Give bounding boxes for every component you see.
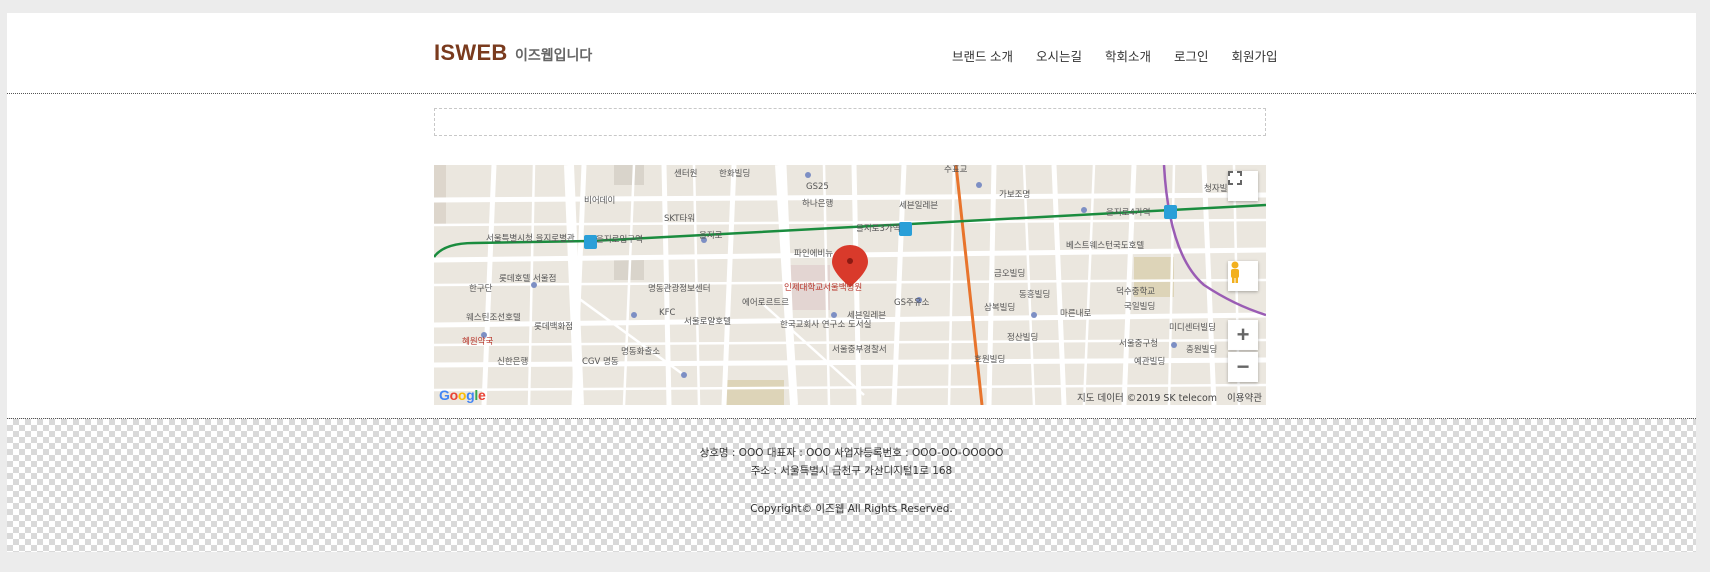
street-view-pegman[interactable] [1228, 261, 1258, 291]
site-tagline: 이즈웹입니다 [515, 47, 593, 63]
zoom-in-button[interactable]: + [1228, 320, 1258, 350]
map-label: 을지로입구역 [596, 235, 643, 245]
nav-brand-intro[interactable]: 브랜드 소개 [952, 46, 1013, 65]
map-label: 가보조명 [999, 190, 1031, 200]
map-label: 한화빌딩 [719, 169, 751, 179]
company-info: 상호명 : OOO 대표자 : OOO 사업자등록번호 : OOO-OO-OOO… [699, 447, 1004, 459]
zoom-out-button[interactable]: − [1228, 352, 1258, 382]
map-label: 금오빌딩 [994, 269, 1026, 279]
map-label: 롯데호텔 서울점 [499, 274, 557, 284]
copyright: Copyright© 이즈웹 All Rights Reserved. [750, 503, 953, 515]
map-label: 수표교 [944, 165, 968, 175]
nav-login[interactable]: 로그인 [1174, 46, 1209, 65]
map-label: 비어데이 [584, 196, 616, 206]
map-label: 을지로4가역 [1106, 208, 1151, 218]
site-footer: 상호명 : OOO 대표자 : OOO 사업자등록번호 : OOO-OO-OOO… [7, 418, 1696, 552]
map-data-credit: 지도 데이터 ©2019 SK telecom [1076, 393, 1218, 404]
nav-society-intro[interactable]: 학회소개 [1105, 46, 1151, 65]
map-label: 미디센터빌딩 [1169, 323, 1216, 333]
pegman-icon [1231, 261, 1239, 283]
map-label: 혜원약국 [462, 337, 494, 347]
map-label: CGV 명동 [582, 357, 619, 367]
terms-link[interactable]: 이용약관 [1227, 393, 1262, 404]
page: ISWEB 이즈웹입니다 브랜드 소개 오시는길 학회소개 로그인 회원가입 센… [7, 13, 1696, 552]
main-nav: 브랜드 소개 오시는길 학회소개 로그인 회원가입 [952, 46, 1278, 65]
map-label: 동흥빌딩 [1019, 290, 1051, 300]
map-label: 충원빌딩 [1186, 345, 1218, 355]
company-address: 주소 : 서울특별시 금천구 가산디지털1로 168 [750, 465, 953, 477]
map-label: GS25 [806, 182, 829, 192]
map-label: 서울특별시청 을지로별관 [486, 234, 575, 244]
map-label: 웨스틴조선호텔 [466, 313, 521, 323]
map-label: 정산빌딩 [1007, 333, 1039, 343]
map-label: SKT타워 [664, 214, 696, 224]
site-header: ISWEB 이즈웹입니다 브랜드 소개 오시는길 학회소개 로그인 회원가입 [7, 13, 1696, 94]
map-label: GS주유소 [894, 298, 930, 308]
map-label: 호원빌딩 [974, 355, 1006, 365]
map-label: 서울중부경찰서 [832, 345, 887, 355]
map-label: KFC [659, 308, 676, 318]
google-map[interactable]: 센터원 한화빌딩 수표교 GS25 하나은행 세븐일레븐 가보조명 청자빌딩 비… [434, 165, 1266, 405]
map-label: 파인에비뉴 [794, 249, 834, 259]
map-label: 세븐일레븐 [899, 201, 939, 211]
map-label: 베스트웨스턴국도호텔 [1066, 241, 1145, 251]
map-label: 신한은행 [497, 357, 529, 367]
map-label: 마른내로 [1060, 309, 1092, 319]
map-label: 예관빌딩 [1134, 357, 1166, 367]
map-label: 을지로 [699, 231, 723, 241]
nav-signup[interactable]: 회원가입 [1232, 46, 1278, 65]
map-label: 에어로르트르 [742, 298, 789, 308]
google-logo[interactable]: Google [439, 387, 486, 403]
map-label: 센터원 [674, 169, 698, 179]
fullscreen-icon [1228, 171, 1242, 185]
map-label: 서울중구청 [1119, 339, 1159, 349]
map-label: 명동화출소 [621, 347, 661, 357]
map-label: 하나은행 [802, 199, 834, 209]
map-label: 한국교회사 연구소 도서실 [780, 320, 872, 330]
map-label: 인제대학교서울백병원 [784, 283, 863, 293]
map-attribution: 지도 데이터 ©2019 SK telecom 이용약관 [1067, 390, 1262, 404]
map-label: 을지로3가역 [856, 224, 901, 234]
map-label: 삼복빌딩 [984, 303, 1016, 313]
map-label: 덕수중학교 [1116, 287, 1156, 297]
map-label: 롯데백화점 [534, 322, 574, 332]
map-label: 국일빌딩 [1124, 302, 1156, 312]
nav-directions[interactable]: 오시는길 [1036, 46, 1082, 65]
notice-box [434, 108, 1266, 136]
map-label: 명동관광정보센터 [648, 284, 711, 294]
fullscreen-button[interactable] [1228, 171, 1258, 201]
map-label: 서울로얄호텔 [684, 317, 731, 327]
map-label: 한구단 [469, 284, 493, 294]
site-logo[interactable]: ISWEB [434, 40, 508, 66]
